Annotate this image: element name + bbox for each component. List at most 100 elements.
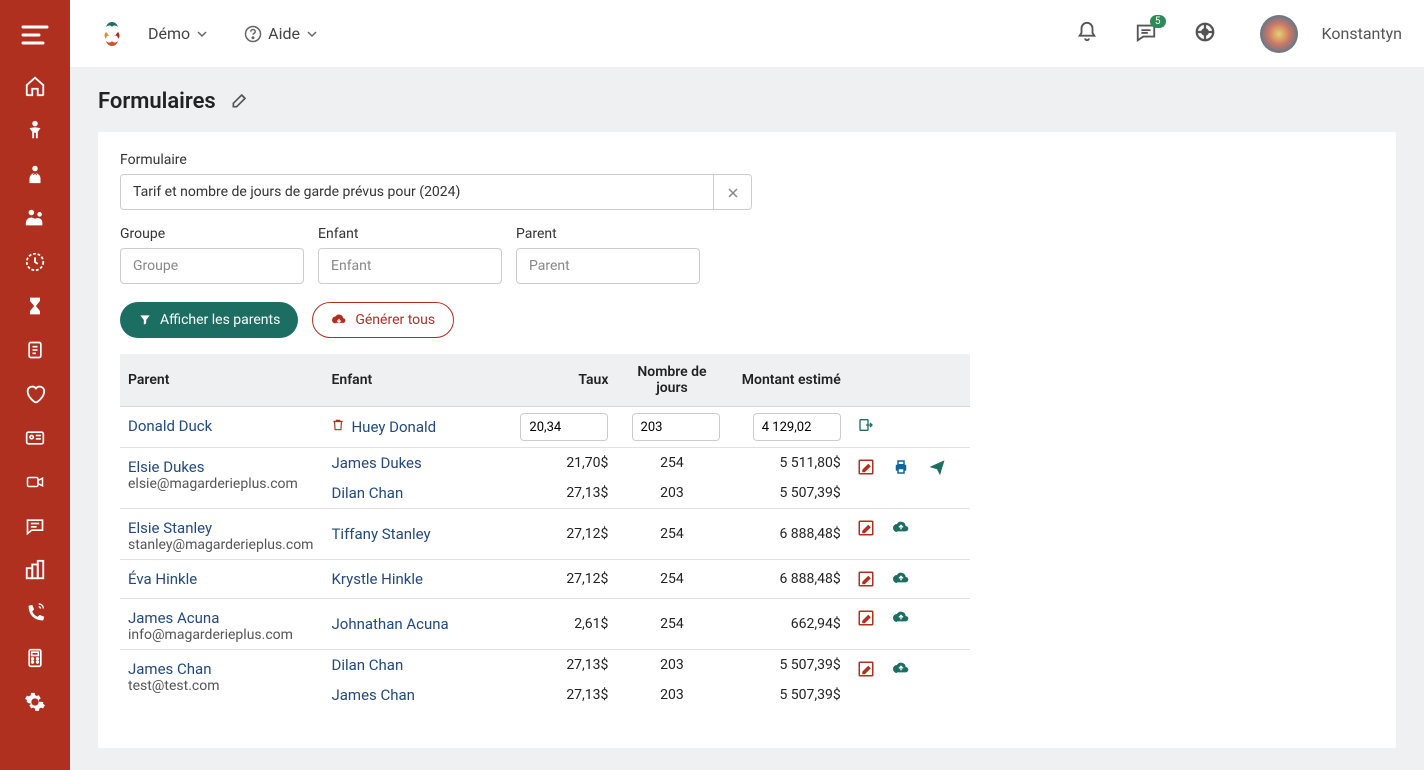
clear-icon[interactable]	[713, 175, 751, 210]
messages-icon[interactable]: 5	[1134, 21, 1158, 47]
parent-name-link[interactable]: Éva Hinkle	[128, 570, 315, 588]
nav-child-icon[interactable]	[11, 108, 59, 152]
cell-montant: 5 507,39$	[728, 680, 849, 710]
groupe-input[interactable]	[120, 248, 304, 284]
edit-icon[interactable]	[857, 519, 875, 541]
nav-card-icon[interactable]	[11, 416, 59, 460]
child-name-link[interactable]: Dilan Chan	[331, 484, 497, 502]
actions-cell	[849, 448, 970, 509]
child-name-link[interactable]: James Dukes	[331, 454, 497, 472]
parent-name-link[interactable]: James Acuna	[128, 609, 315, 627]
cloud-icon[interactable]	[891, 661, 911, 681]
child-name-link[interactable]: Huey Donald	[331, 417, 497, 437]
nav-calculator-icon[interactable]	[11, 636, 59, 680]
nav-chat-icon[interactable]	[11, 504, 59, 548]
th-parent: Parent	[120, 354, 323, 407]
edit-icon[interactable]	[857, 660, 875, 682]
show-parents-button[interactable]: Afficher les parents	[120, 302, 298, 338]
notifications-icon[interactable]	[1076, 21, 1098, 47]
support-icon[interactable]	[1194, 21, 1216, 47]
groupe-label: Groupe	[120, 226, 304, 242]
formulaire-label: Formulaire	[120, 152, 1374, 168]
enfant-label: Enfant	[318, 226, 502, 242]
cell-montant: 5 507,39$	[728, 650, 849, 681]
page-title: Formulaires	[98, 89, 216, 114]
nav-schedule-icon[interactable]	[11, 240, 59, 284]
cloud-icon[interactable]	[891, 520, 911, 540]
nav-settings-icon[interactable]	[11, 680, 59, 724]
sidebar	[0, 0, 70, 770]
th-jours: Nombre de jours	[616, 354, 727, 407]
child-cell: Johnathan Acuna	[323, 599, 505, 650]
org-switcher[interactable]: Démo	[148, 24, 208, 43]
child-name-link[interactable]: Tiffany Stanley	[331, 525, 497, 543]
cell-jours: 203	[616, 680, 727, 710]
actions-cell	[849, 650, 970, 711]
export-icon[interactable]	[857, 417, 875, 437]
taux-input[interactable]	[520, 413, 608, 441]
menu-toggle-icon[interactable]	[21, 24, 49, 50]
parent-input[interactable]	[516, 248, 700, 284]
jours-input[interactable]	[632, 413, 720, 441]
child-name-link[interactable]: Dilan Chan	[331, 656, 497, 674]
help-icon	[244, 25, 262, 43]
user-avatar[interactable]	[1260, 15, 1298, 53]
nav-hourglass-icon[interactable]	[11, 284, 59, 328]
print-icon[interactable]	[891, 458, 911, 480]
nav-parents-icon[interactable]	[11, 196, 59, 240]
child-name-link[interactable]: James Chan	[331, 686, 497, 704]
cloud-download-icon	[331, 313, 347, 327]
formulaire-select[interactable]: Tarif et nombre de jours de garde prévus…	[120, 174, 752, 210]
edit-title-icon[interactable]	[230, 90, 250, 114]
cell-montant: 6 888,48$	[728, 560, 849, 599]
cell-taux: 27,13$	[505, 478, 616, 509]
child-cell: Huey Donald	[323, 407, 505, 448]
generate-all-button[interactable]: Générer tous	[312, 302, 454, 338]
parent-email: elsie@magarderieplus.com	[128, 476, 315, 492]
nav-staff-icon[interactable]	[11, 152, 59, 196]
send-icon[interactable]	[927, 458, 947, 480]
actions-cell	[849, 560, 970, 599]
child-cell: James Dukes	[323, 448, 505, 479]
child-name-link[interactable]: Krystle Hinkle	[331, 570, 497, 588]
parent-name-link[interactable]: Elsie Dukes	[128, 458, 315, 476]
trash-icon[interactable]	[331, 417, 345, 437]
messages-badge: 5	[1150, 15, 1166, 28]
nav-home-icon[interactable]	[11, 64, 59, 108]
cell-jours	[616, 407, 727, 448]
th-montant: Montant estimé	[728, 354, 849, 407]
actions-cell	[849, 599, 970, 650]
cell-montant: 6 888,48$	[728, 509, 849, 560]
parent-cell: Donald Duck	[120, 407, 323, 448]
parent-name-link[interactable]: Elsie Stanley	[128, 519, 315, 537]
nav-video-icon[interactable]	[11, 460, 59, 504]
edit-icon[interactable]	[857, 570, 875, 592]
help-menu[interactable]: Aide	[244, 24, 318, 43]
edit-icon[interactable]	[857, 458, 875, 480]
cell-jours: 203	[616, 650, 727, 681]
parent-label: Parent	[516, 226, 700, 242]
child-cell: James Chan	[323, 680, 505, 710]
parent-cell: James Acunainfo@magarderieplus.com	[120, 599, 323, 650]
filter-icon	[138, 312, 152, 328]
enfant-input[interactable]	[318, 248, 502, 284]
nav-heart-icon[interactable]	[11, 372, 59, 416]
nav-document-icon[interactable]	[11, 328, 59, 372]
cell-taux: 27,12$	[505, 509, 616, 560]
montant-input[interactable]	[753, 413, 841, 441]
child-cell: Tiffany Stanley	[323, 509, 505, 560]
parent-name-link[interactable]: Donald Duck	[128, 417, 315, 435]
cell-jours: 203	[616, 478, 727, 509]
chevron-down-icon	[196, 28, 208, 40]
parents-table: Parent Enfant Taux Nombre de jours Monta…	[120, 354, 970, 728]
child-name-link[interactable]: Johnathan Acuna	[331, 615, 497, 633]
nav-phone-icon[interactable]	[11, 592, 59, 636]
nav-building-icon[interactable]	[11, 548, 59, 592]
edit-icon[interactable]	[857, 609, 875, 631]
cell-jours: 254	[616, 509, 727, 560]
app-logo-icon	[92, 14, 132, 54]
cloud-icon[interactable]	[891, 571, 911, 591]
parent-name-link[interactable]: James Chan	[128, 660, 315, 678]
cloud-icon[interactable]	[891, 610, 911, 630]
th-enfant: Enfant	[323, 354, 505, 407]
